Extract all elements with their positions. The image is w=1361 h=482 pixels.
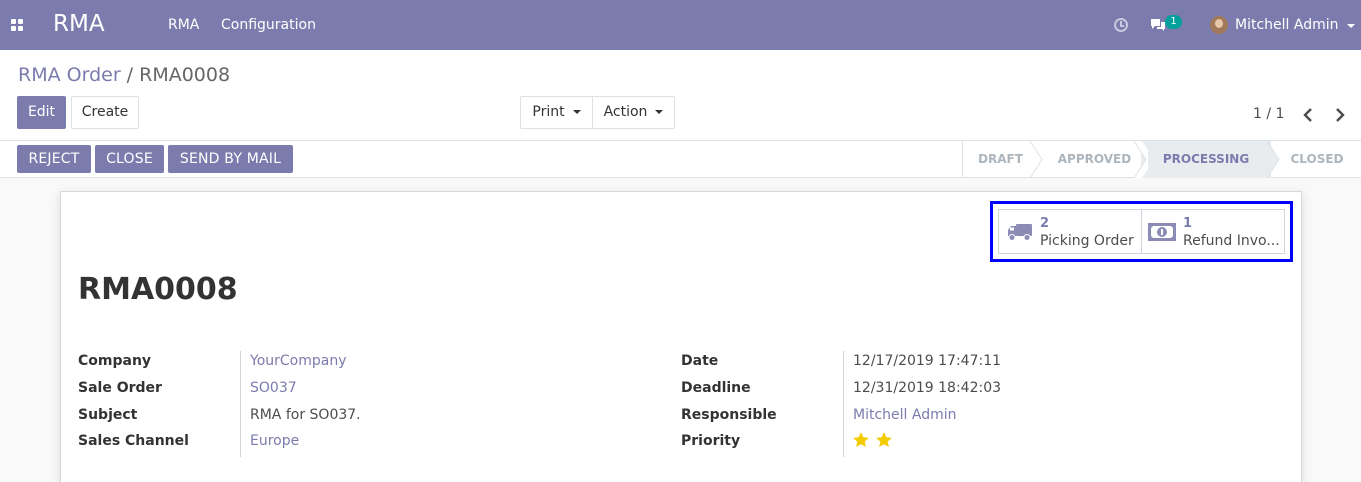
user-menu-name[interactable]: Mitchell Admin [1235, 17, 1339, 33]
user-menu-caret-icon[interactable] [1347, 24, 1355, 28]
chat-count-badge: 1 [1165, 15, 1182, 29]
refund-invoice-smart-button[interactable]: 1 Refund Invo... [1141, 209, 1285, 254]
pager-previous-icon[interactable] [1301, 107, 1317, 123]
stage-arrow-separator [1134, 141, 1148, 178]
sale-order-link[interactable]: SO037 [250, 380, 297, 396]
priority-star-icon[interactable] [875, 431, 893, 449]
action-dropdown-button[interactable]: Action [592, 96, 675, 129]
stage-processing[interactable]: PROCESSING [1141, 141, 1271, 178]
responsible-link[interactable]: Mitchell Admin [853, 407, 957, 423]
breadcrumb-parent-link[interactable]: RMA Order [18, 64, 121, 86]
user-avatar[interactable] [1210, 16, 1228, 34]
menu-item-rma[interactable]: RMA [168, 17, 199, 33]
menu-item-configuration[interactable]: Configuration [221, 17, 316, 33]
company-link[interactable]: YourCompany [250, 353, 347, 369]
action-label: Action [603, 104, 648, 120]
money-icon [1148, 223, 1176, 241]
stage-approved[interactable]: APPROVED [1042, 141, 1147, 178]
sales-channel-label: Sales Channel [78, 433, 189, 449]
create-button[interactable]: Create [71, 96, 139, 129]
print-dropdown-button[interactable]: Print [520, 96, 593, 129]
breadcrumb: RMA Order / RMA0008 [18, 64, 230, 86]
responsible-label: Responsible [681, 407, 777, 423]
pager-next-icon[interactable] [1331, 107, 1347, 123]
edit-button[interactable]: Edit [17, 96, 66, 129]
priority-label: Priority [681, 433, 741, 449]
subject-value: RMA for SO037. [250, 407, 361, 423]
top-navbar: RMA RMA Configuration 1 Mitchell Admin [0, 0, 1361, 50]
control-panel: RMA Order / RMA0008 Edit Create Print Ac… [0, 50, 1361, 141]
activity-clock-icon[interactable] [1114, 18, 1128, 32]
apps-menu-icon[interactable] [11, 19, 24, 32]
stage-arrow-separator [1267, 141, 1280, 178]
form-statusbar: REJECT CLOSE SEND BY MAIL DRAFT APPROVED… [0, 141, 1361, 178]
close-button[interactable]: CLOSE [95, 145, 164, 173]
picking-order-label: Picking Order [1040, 233, 1134, 249]
print-label: Print [532, 104, 565, 120]
date-label: Date [681, 353, 719, 369]
priority-star-icon[interactable] [852, 431, 870, 449]
sale-order-label: Sale Order [78, 380, 162, 396]
company-label: Company [78, 353, 152, 369]
pager-value[interactable]: 1 / 1 [1253, 106, 1284, 122]
picking-order-count: 2 [1040, 216, 1050, 231]
stage-closed[interactable]: CLOSED [1281, 141, 1353, 178]
record-title: RMA0008 [78, 272, 238, 307]
chat-icon[interactable] [1150, 18, 1166, 32]
app-title: RMA [53, 11, 105, 37]
picking-order-smart-button[interactable]: 2 Picking Order [998, 209, 1142, 254]
deadline-value: 12/31/2019 18:42:03 [853, 380, 1002, 396]
stage-draft[interactable]: DRAFT [963, 141, 1038, 178]
send-by-mail-button[interactable]: SEND BY MAIL [168, 145, 293, 173]
print-caret-icon [572, 110, 581, 114]
breadcrumb-current: RMA0008 [139, 64, 231, 86]
deadline-label: Deadline [681, 380, 751, 396]
reject-button[interactable]: REJECT [17, 145, 91, 173]
field-column-divider [843, 351, 844, 457]
subject-label: Subject [78, 407, 138, 423]
field-column-divider [240, 351, 241, 457]
refund-invoice-label: Refund Invo... [1183, 233, 1280, 249]
refund-invoice-count: 1 [1183, 216, 1193, 231]
date-value: 12/17/2019 17:47:11 [853, 353, 1002, 369]
truck-icon [1008, 224, 1032, 241]
sales-channel-link[interactable]: Europe [250, 433, 299, 449]
action-caret-icon [655, 110, 664, 114]
breadcrumb-separator: / [120, 64, 140, 86]
